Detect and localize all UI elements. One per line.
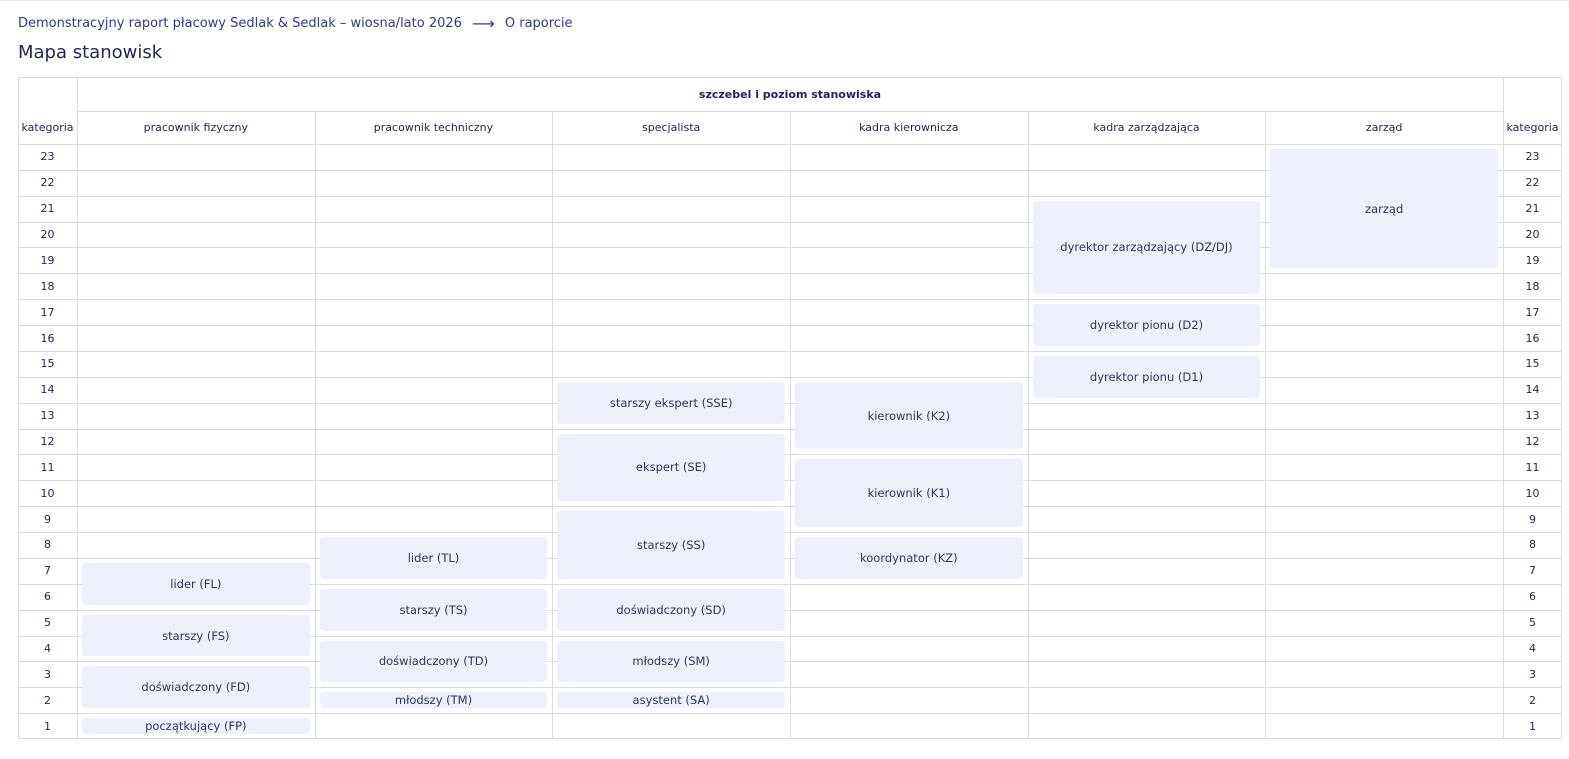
position-box[interactable]: zarząd <box>1270 149 1498 269</box>
category-number-right: 23 <box>1525 150 1540 164</box>
category-number-right: 11 <box>1525 460 1540 474</box>
category-number-left: 4 <box>44 641 51 655</box>
column-header: kadra zarządzająca <box>1093 121 1200 134</box>
position-box[interactable]: początkujący (FP) <box>82 718 310 734</box>
position-box[interactable]: dyrektor pionu (D2) <box>1032 304 1261 346</box>
category-number-left: 20 <box>40 228 55 242</box>
grid-line <box>552 111 554 739</box>
grid-line <box>314 111 316 739</box>
position-box[interactable]: starszy ekspert (SSE) <box>557 381 785 424</box>
grid-line <box>1027 111 1029 739</box>
category-header-right: kategoria <box>1506 121 1559 134</box>
category-number-left: 12 <box>40 434 55 448</box>
position-box[interactable]: asystent (SA) <box>557 692 785 709</box>
position-box[interactable]: kierownik (K1) <box>795 459 1023 528</box>
position-box[interactable]: kierownik (K2) <box>795 381 1023 450</box>
category-number-right: 6 <box>1529 590 1536 604</box>
top-divider <box>0 0 1569 1</box>
position-box[interactable]: doświadczony (SD) <box>557 588 785 631</box>
category-number-left: 17 <box>40 305 55 319</box>
category-number-left: 15 <box>40 357 55 371</box>
category-number-right: 4 <box>1529 641 1536 655</box>
column-header: kadra kierownicza <box>859 121 959 134</box>
category-number-right: 14 <box>1525 383 1540 397</box>
position-box[interactable]: starszy (TS) <box>319 588 548 631</box>
position-box[interactable]: doświadczony (FD) <box>82 666 310 709</box>
category-number-left: 7 <box>44 564 51 578</box>
category-number-right: 20 <box>1525 228 1540 242</box>
breadcrumb-current-link[interactable]: O raporcie <box>505 16 573 31</box>
category-number-right: 10 <box>1525 486 1540 500</box>
category-number-left: 22 <box>40 176 55 190</box>
category-number-right: 19 <box>1525 253 1540 267</box>
category-number-right: 17 <box>1525 305 1540 319</box>
category-number-left: 5 <box>44 616 51 630</box>
page-title: Mapa stanowisk <box>18 42 163 63</box>
position-box[interactable]: młodszy (SM) <box>557 640 785 683</box>
grid-line <box>1265 111 1267 739</box>
category-number-right: 21 <box>1525 202 1540 216</box>
grid-line <box>790 111 791 739</box>
category-number-right: 15 <box>1525 357 1540 371</box>
category-number-left: 18 <box>40 279 55 293</box>
position-map-table: szczebel i poziom stanowiska kategoria kat… <box>18 77 1562 739</box>
column-header: pracownik techniczny <box>373 121 494 134</box>
column-header: zarząd <box>1365 121 1403 134</box>
position-box[interactable]: dyrektor pionu (D1) <box>1032 355 1261 398</box>
column-header: specjalista <box>642 121 701 134</box>
category-number-right: 16 <box>1525 331 1540 345</box>
category-header-left: kategoria <box>21 121 74 134</box>
category-number-left: 1 <box>44 719 51 733</box>
breadcrumb-report-link[interactable]: Demonstracyjny raport płacowy Sedlak & S… <box>18 16 462 31</box>
category-number-left: 13 <box>40 409 55 423</box>
category-number-right: 2 <box>1529 693 1536 707</box>
position-box[interactable]: starszy (SS) <box>557 511 785 579</box>
category-number-left: 9 <box>44 512 51 526</box>
position-box[interactable]: lider (FL) <box>82 562 310 605</box>
position-box[interactable]: dyrektor zarządzający (DZ/DJ) <box>1032 200 1261 295</box>
category-number-right: 12 <box>1525 434 1540 448</box>
category-number-left: 14 <box>40 383 55 397</box>
arrow-right-icon: ⟶ <box>471 14 495 33</box>
category-number-left: 16 <box>40 331 55 345</box>
position-box[interactable]: lider (TL) <box>319 537 548 579</box>
category-number-left: 8 <box>44 538 51 552</box>
position-box[interactable]: koordynator (KZ) <box>795 537 1023 579</box>
category-number-left: 21 <box>40 202 55 216</box>
breadcrumb: Demonstracyjny raport płacowy Sedlak & S… <box>18 14 573 33</box>
position-box[interactable]: ekspert (SE) <box>557 433 785 502</box>
category-number-left: 2 <box>44 693 51 707</box>
category-number-left: 19 <box>40 253 55 267</box>
column-header: pracownik fizyczny <box>143 121 249 134</box>
category-number-right: 9 <box>1529 512 1536 526</box>
category-number-right: 18 <box>1525 279 1540 293</box>
category-number-right: 7 <box>1529 564 1536 578</box>
category-number-right: 3 <box>1529 667 1536 681</box>
category-number-right: 8 <box>1529 538 1536 552</box>
position-box[interactable]: młodszy (TM) <box>319 692 548 709</box>
category-number-left: 23 <box>40 150 55 164</box>
category-number-left: 3 <box>44 667 51 681</box>
category-number-right: 22 <box>1525 176 1540 190</box>
grid-line <box>77 77 78 739</box>
group-header: szczebel i poziom stanowiska <box>698 87 882 101</box>
category-number-right: 13 <box>1525 409 1540 423</box>
position-box[interactable]: starszy (FS) <box>82 614 310 657</box>
category-number-left: 6 <box>44 590 51 604</box>
category-number-right: 1 <box>1529 719 1536 733</box>
category-number-left: 10 <box>40 486 55 500</box>
category-number-left: 11 <box>40 460 55 474</box>
category-number-right: 5 <box>1529 616 1536 630</box>
position-box[interactable]: doświadczony (TD) <box>319 640 548 683</box>
